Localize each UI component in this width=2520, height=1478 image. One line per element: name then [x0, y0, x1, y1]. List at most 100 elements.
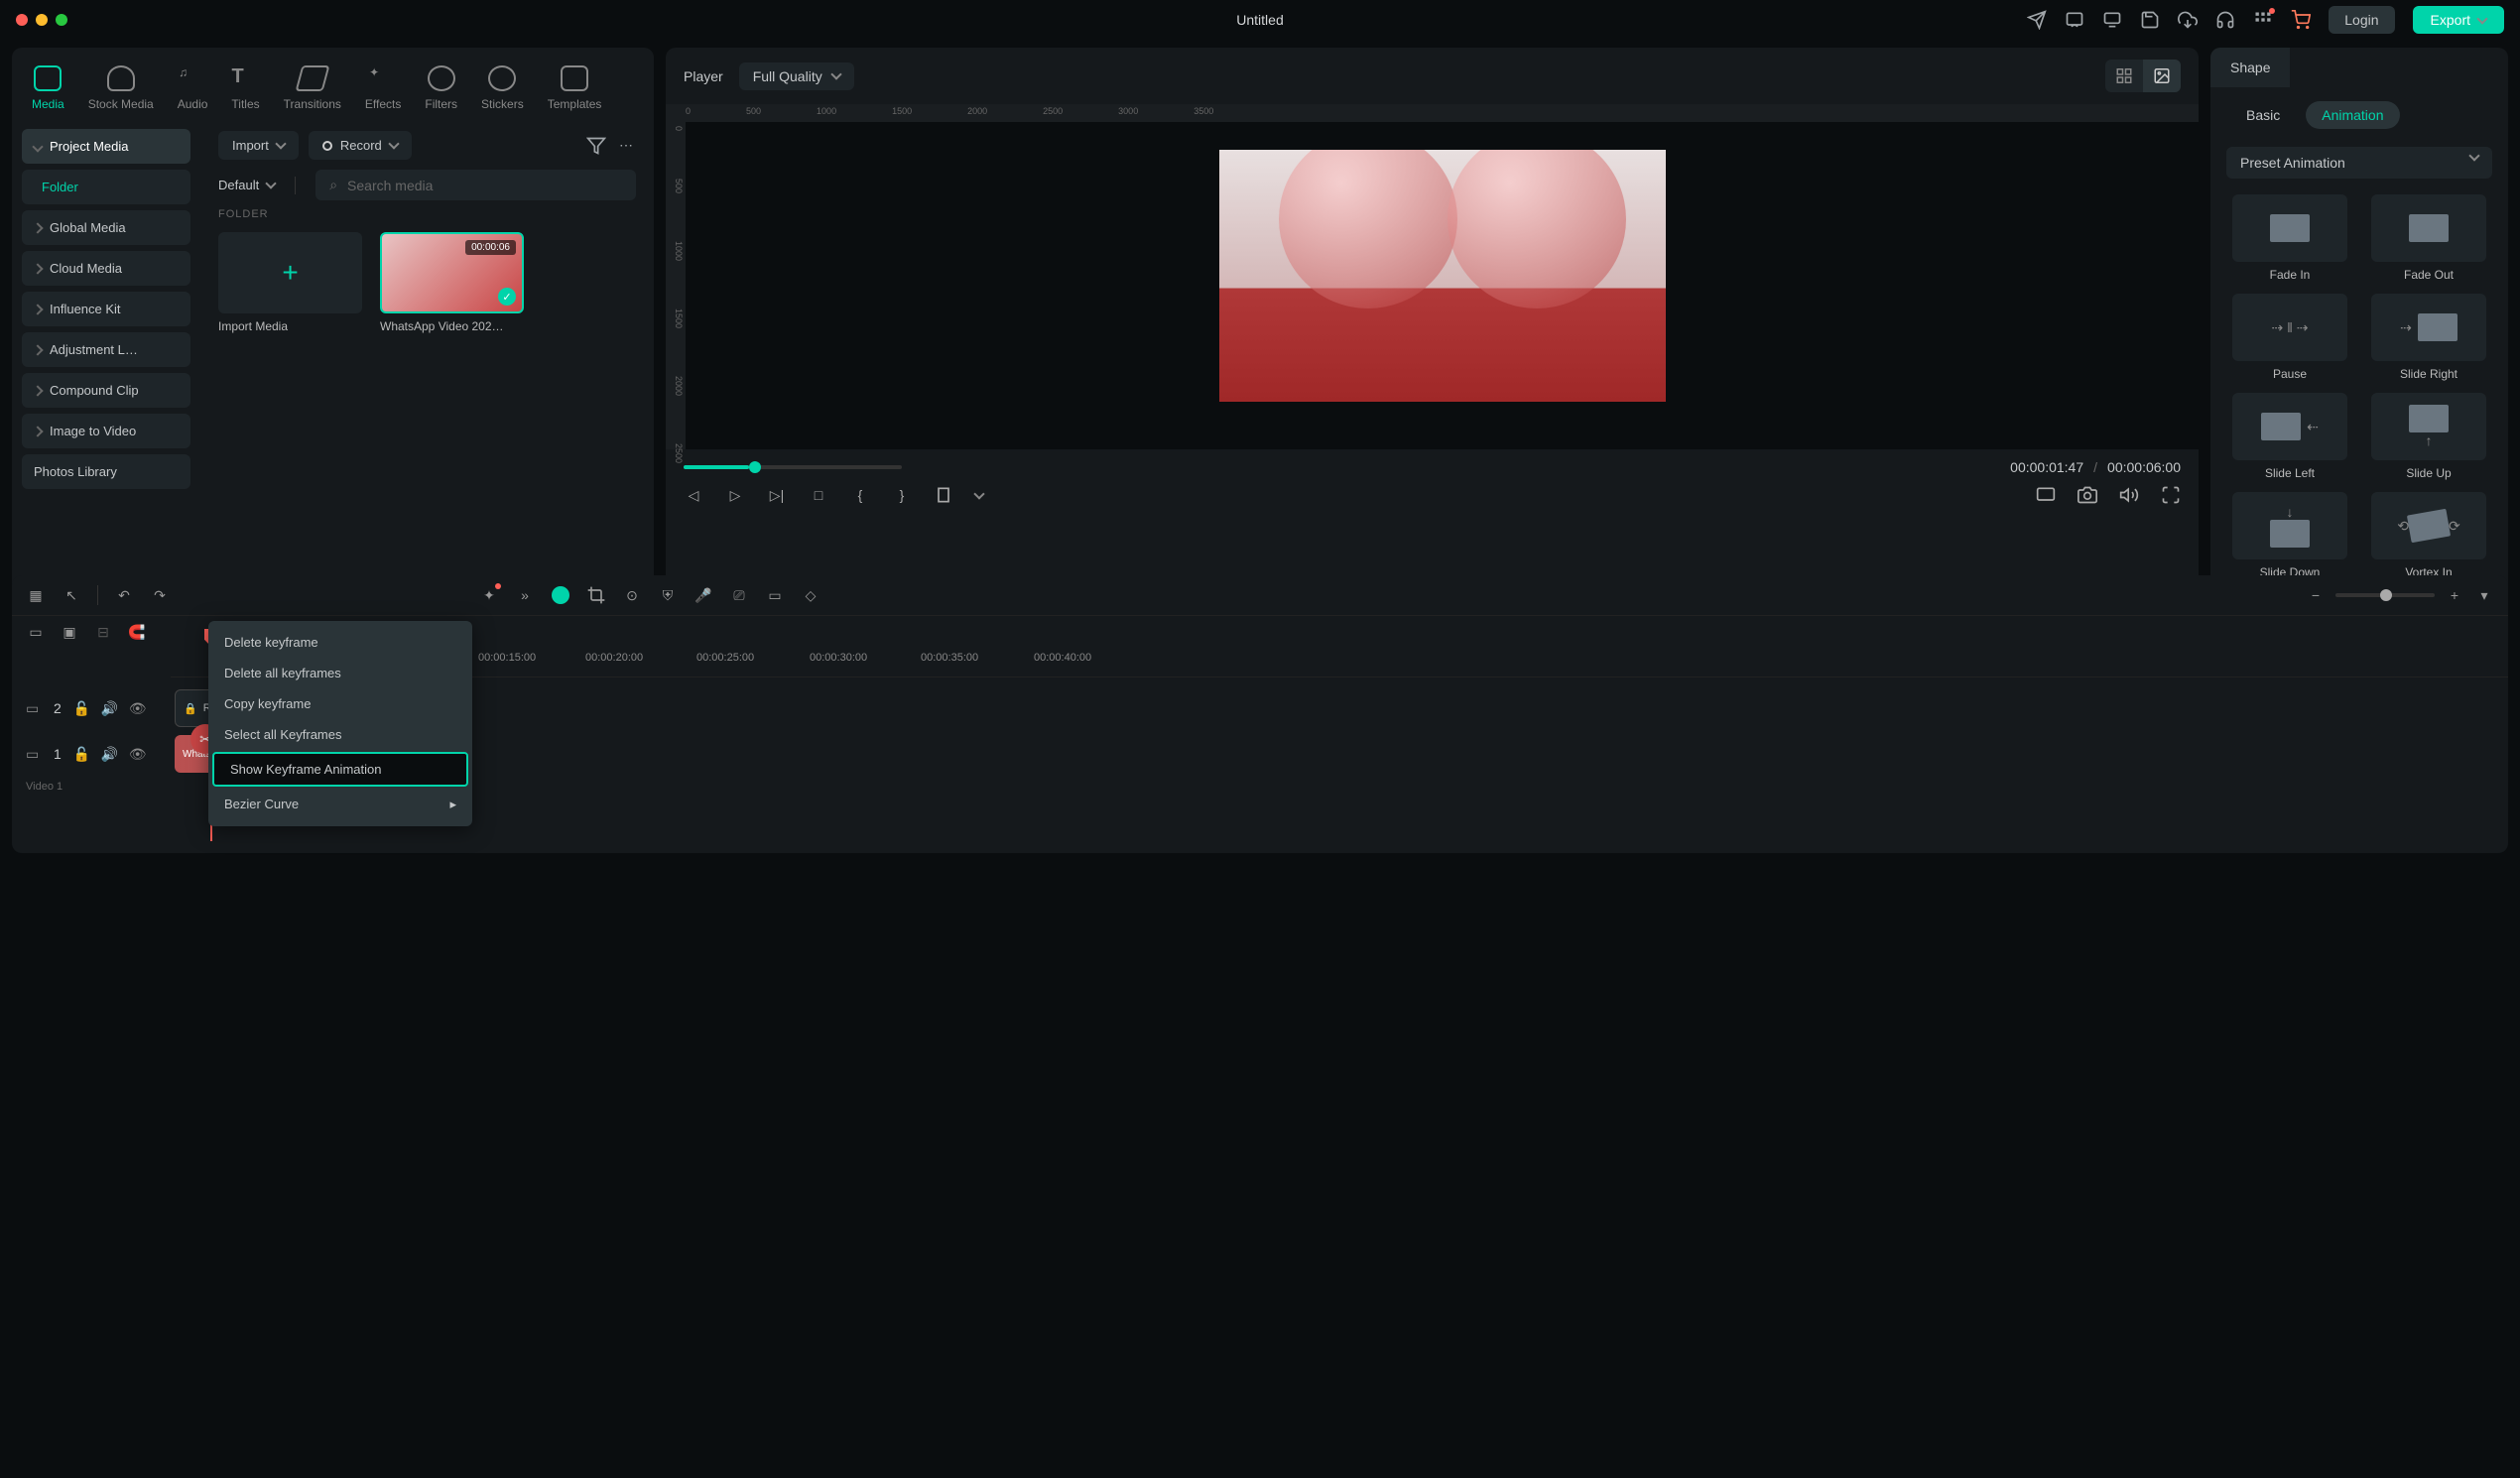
more-icon[interactable]: ⋯	[616, 136, 636, 156]
tab-transitions[interactable]: Transitions	[284, 65, 341, 111]
prev-frame-button[interactable]: ◁	[684, 485, 703, 505]
sidebar-influence-kit[interactable]: Influence Kit	[22, 292, 190, 326]
tab-templates[interactable]: Templates	[548, 65, 602, 111]
whatsapp-video-card[interactable]: 00:00:06 ✓ WhatsApp Video 202…	[380, 232, 524, 333]
preset-animation-select[interactable]: Preset Animation	[2226, 147, 2492, 179]
ctx-show-keyframe-animation[interactable]: Show Keyframe Animation	[212, 752, 468, 787]
track-layers-icon[interactable]: ▣	[60, 622, 79, 642]
marker-button[interactable]	[934, 485, 953, 505]
zoom-out-button[interactable]: −	[2306, 585, 2326, 605]
timeline-ruler[interactable]: 00:00:15:00 00:00:20:00 00:00:25:00 00:0…	[171, 648, 2508, 677]
image-view-button[interactable]	[2143, 60, 2181, 92]
track-mute-icon[interactable]: 🔊	[101, 700, 117, 716]
mixer-tool[interactable]: ⎚	[729, 585, 749, 605]
login-button[interactable]: Login	[2329, 6, 2394, 34]
cart-icon[interactable]	[2291, 10, 2311, 30]
next-frame-button[interactable]: ▷|	[767, 485, 787, 505]
fullscreen-button[interactable]	[2161, 485, 2181, 505]
keyframe-tool[interactable]: ◇	[801, 585, 820, 605]
apps-icon[interactable]	[2253, 10, 2273, 30]
animation-tab[interactable]: Animation	[2306, 101, 2399, 129]
mark-in-button[interactable]: {	[850, 485, 870, 505]
marker-tool[interactable]: ▭	[765, 585, 785, 605]
export-button[interactable]: Export	[2413, 6, 2504, 34]
sidebar-adjustment-layer[interactable]: Adjustment L…	[22, 332, 190, 367]
tab-stickers[interactable]: Stickers	[481, 65, 524, 111]
tab-titles[interactable]: TTitles	[231, 65, 259, 111]
ctx-copy-keyframe[interactable]: Copy keyframe	[208, 688, 472, 719]
maximize-window[interactable]	[56, 14, 67, 26]
track-add-icon[interactable]: ▭	[26, 622, 46, 642]
magnet-icon[interactable]: 🧲	[127, 622, 147, 642]
ctx-delete-keyframe[interactable]: Delete keyframe	[208, 627, 472, 658]
mic-tool[interactable]: 🎤	[693, 585, 713, 605]
sidebar-global-media[interactable]: Global Media	[22, 210, 190, 245]
save-icon[interactable]	[2140, 10, 2160, 30]
undo-button[interactable]: ↶	[114, 585, 134, 605]
shield-tool[interactable]: ⛨	[658, 585, 678, 605]
sidebar-cloud-media[interactable]: Cloud Media	[22, 251, 190, 286]
anim-fade-in[interactable]: Fade In	[2226, 194, 2353, 282]
track-split-icon[interactable]: ⊟	[93, 622, 113, 642]
anim-slide-down[interactable]: ↓Slide Down	[2226, 492, 2353, 579]
search-input[interactable]: ⌕Search media	[315, 170, 636, 200]
expand-tool[interactable]: »	[515, 585, 535, 605]
zoom-slider[interactable]	[2335, 593, 2435, 597]
quality-select[interactable]: Full Quality	[739, 62, 854, 90]
track-visibility-icon[interactable]: 👁	[129, 700, 145, 716]
anim-fade-out[interactable]: Fade Out	[2365, 194, 2492, 282]
volume-button[interactable]	[2119, 485, 2139, 505]
track-visibility-icon[interactable]: 👁	[129, 746, 145, 762]
mark-out-button[interactable]: }	[892, 485, 912, 505]
monitor-icon[interactable]	[2102, 10, 2122, 30]
ctx-select-all-keyframes[interactable]: Select all Keyframes	[208, 719, 472, 750]
crop-tool[interactable]	[586, 585, 606, 605]
chevron-down-icon[interactable]	[973, 488, 984, 499]
speed-tool[interactable]: ⊙	[622, 585, 642, 605]
track-lock-icon[interactable]: 🔓	[73, 700, 89, 716]
stop-button[interactable]: □	[809, 485, 828, 505]
camera-button[interactable]	[2078, 485, 2097, 505]
chat-icon[interactable]	[2065, 10, 2084, 30]
zoom-in-button[interactable]: +	[2445, 585, 2464, 605]
anim-slide-left[interactable]: ⇠Slide Left	[2226, 393, 2353, 480]
import-media-card[interactable]: + Import Media	[218, 232, 362, 333]
import-button[interactable]: Import	[218, 131, 299, 160]
tab-media[interactable]: Media	[32, 65, 64, 111]
smart-tool[interactable]	[551, 585, 570, 605]
send-icon[interactable]	[2027, 10, 2047, 30]
sidebar-folder[interactable]: Folder	[22, 170, 190, 204]
anim-slide-right[interactable]: ⇢Slide Right	[2365, 294, 2492, 381]
play-button[interactable]: ▷	[725, 485, 745, 505]
record-button[interactable]: Record	[309, 131, 412, 160]
redo-button[interactable]: ↷	[150, 585, 170, 605]
close-window[interactable]	[16, 14, 28, 26]
ai-tool[interactable]: ✦	[479, 585, 499, 605]
anim-slide-up[interactable]: ↑Slide Up	[2365, 393, 2492, 480]
ctx-bezier-curve[interactable]: Bezier Curve▸	[208, 789, 472, 820]
tab-filters[interactable]: Filters	[425, 65, 457, 111]
preview-canvas[interactable]	[686, 122, 2199, 449]
filter-icon[interactable]	[586, 136, 606, 156]
track-lock-icon[interactable]: 🔓	[73, 746, 89, 762]
sidebar-photos-library[interactable]: Photos Library	[22, 454, 190, 489]
pointer-tool[interactable]: ↖	[62, 585, 81, 605]
track-type-icon[interactable]: ▭	[26, 700, 42, 716]
headphones-icon[interactable]	[2215, 10, 2235, 30]
sidebar-project-media[interactable]: Project Media	[22, 129, 190, 164]
shape-tab[interactable]: Shape	[2210, 48, 2290, 87]
zoom-fit-button[interactable]: ▾	[2474, 585, 2494, 605]
tab-effects[interactable]: ✦Effects	[365, 65, 401, 111]
basic-tab[interactable]: Basic	[2230, 101, 2296, 129]
anim-pause[interactable]: ⇢ ‖ ⇢Pause	[2226, 294, 2353, 381]
track-mute-icon[interactable]: 🔊	[101, 746, 117, 762]
tab-stock-media[interactable]: Stock Media	[88, 65, 154, 111]
progress-thumb[interactable]	[749, 461, 761, 473]
screenshot-button[interactable]	[2036, 485, 2056, 505]
tab-audio[interactable]: ♫Audio	[178, 65, 208, 111]
grid-view-button[interactable]	[2105, 60, 2143, 92]
cloud-download-icon[interactable]	[2178, 10, 2198, 30]
sort-default[interactable]: Default	[218, 174, 275, 196]
grid-tool[interactable]: ▦	[26, 585, 46, 605]
ctx-delete-all-keyframes[interactable]: Delete all keyframes	[208, 658, 472, 688]
